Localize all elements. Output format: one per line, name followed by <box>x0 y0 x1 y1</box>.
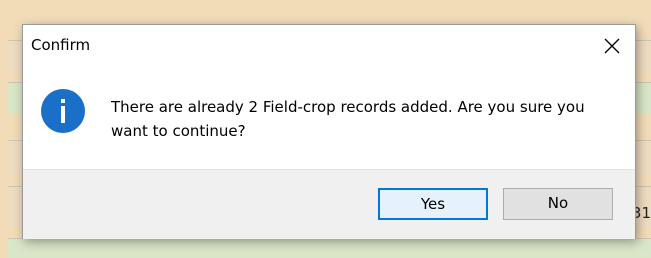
dialog-titlebar[interactable]: Confirm <box>23 25 635 67</box>
dialog-message: There are already 2 Field-crop records a… <box>111 98 585 140</box>
dialog-content: There are already 2 Field-crop records a… <box>23 67 635 169</box>
confirm-dialog: Confirm There are already 2 Field-crop r… <box>22 24 636 239</box>
info-icon <box>41 89 85 133</box>
close-icon <box>604 38 620 54</box>
close-button[interactable] <box>589 25 635 67</box>
background-row <box>8 238 651 258</box>
dialog-button-bar: Yes No <box>23 169 635 239</box>
yes-button[interactable]: Yes <box>378 188 488 220</box>
dialog-title: Confirm <box>31 36 91 54</box>
no-button[interactable]: No <box>503 188 613 220</box>
